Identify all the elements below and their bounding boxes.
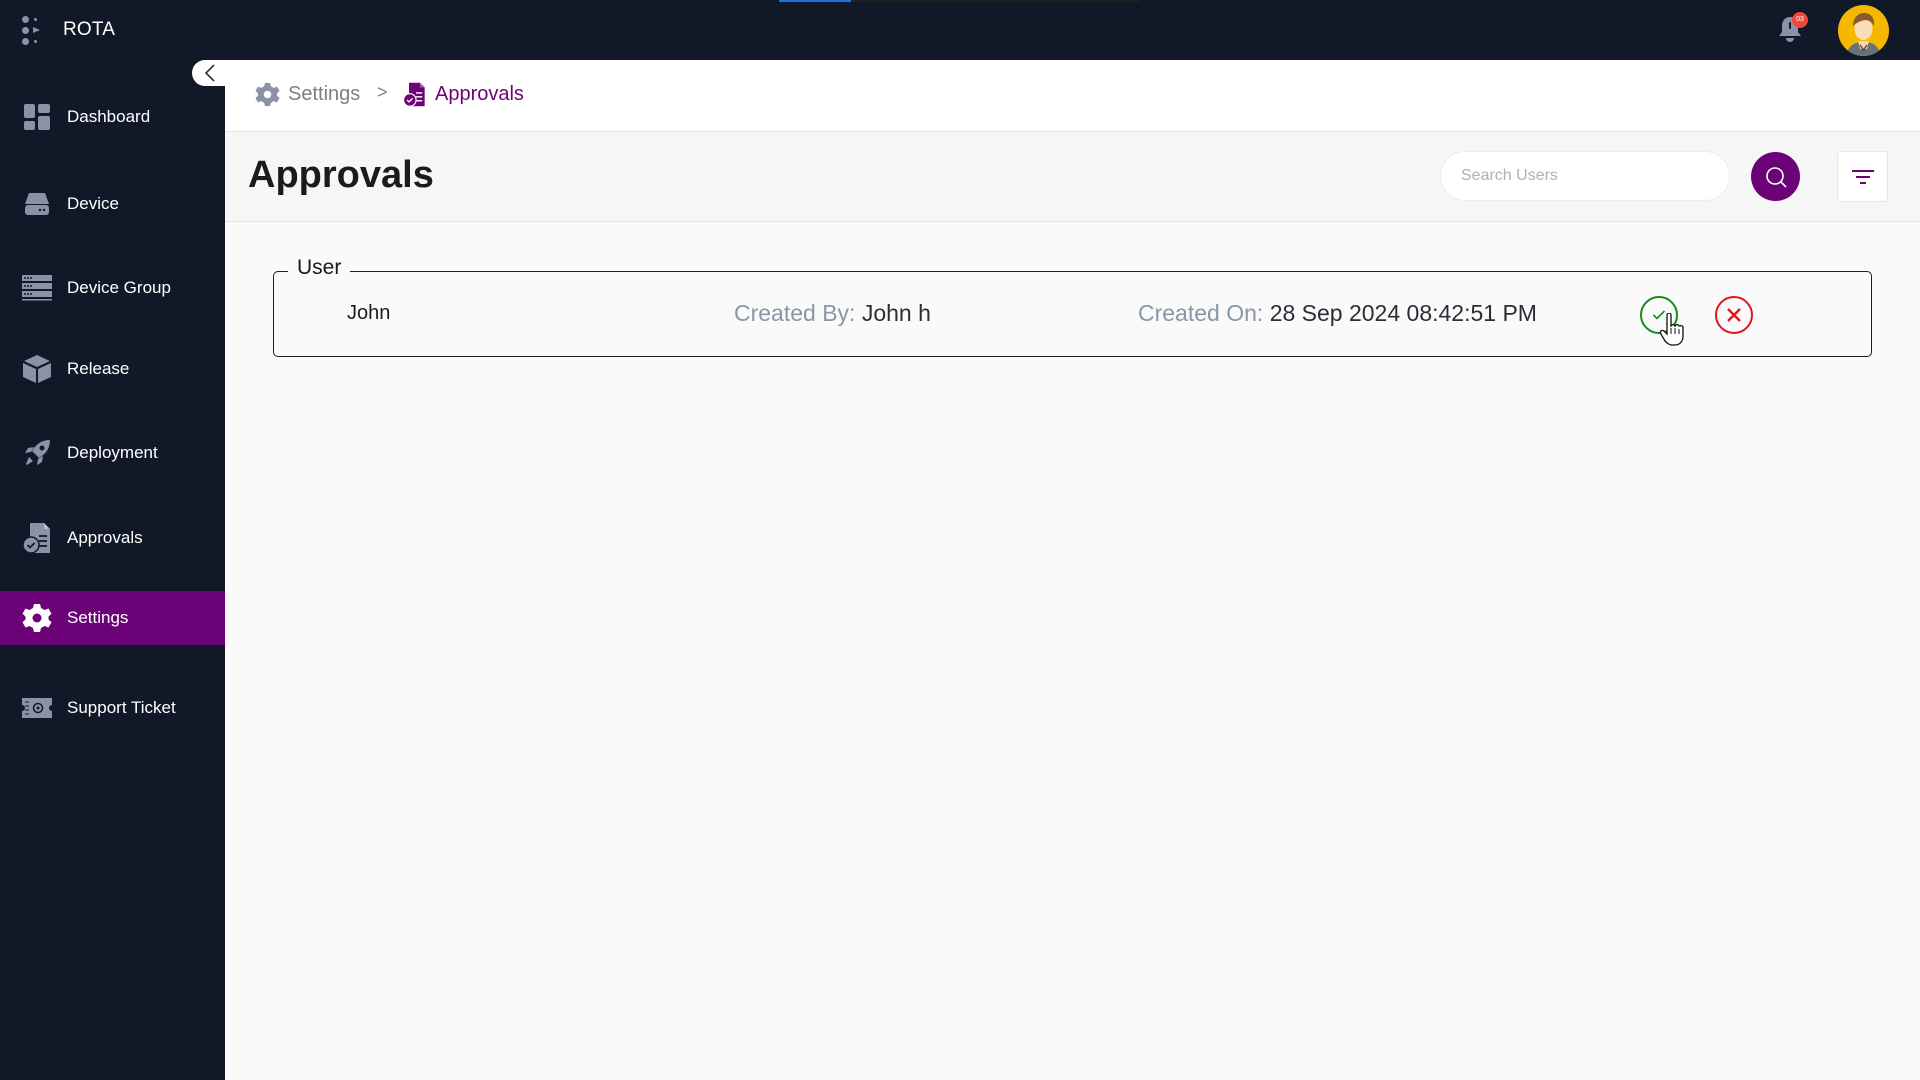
filter-icon xyxy=(1851,169,1874,184)
close-icon xyxy=(1727,308,1741,322)
sidebar-item-approvals[interactable]: Approvals xyxy=(0,511,225,565)
sidebar-item-label: Deployment xyxy=(67,443,158,462)
cube-icon xyxy=(22,354,52,384)
hard-drive-icon xyxy=(22,189,52,219)
search-field xyxy=(1440,151,1730,201)
breadcrumb-item-approvals: Approvals xyxy=(402,82,524,107)
created-on: Created On: 28 Sep 2024 08:42:51 PM xyxy=(1138,300,1537,327)
user-avatar[interactable] xyxy=(1838,5,1889,56)
gear-icon xyxy=(22,603,52,633)
search-input[interactable] xyxy=(1461,152,1681,200)
user-avatar-icon xyxy=(1846,13,1881,56)
chevron-left-icon xyxy=(204,64,215,82)
created-by: Created By: John h xyxy=(734,300,931,327)
reject-button[interactable] xyxy=(1715,296,1753,334)
document-check-icon xyxy=(402,82,425,107)
app-logo[interactable]: ROTA xyxy=(22,14,115,46)
breadcrumb: Settings > Approvals xyxy=(225,60,1920,132)
approval-group-label: User xyxy=(288,256,351,280)
created-on-value: 28 Sep 2024 08:42:51 PM xyxy=(1269,300,1537,326)
ticket-icon xyxy=(22,693,52,723)
sidebar-item-label: Device Group xyxy=(67,278,171,297)
approve-button[interactable] xyxy=(1640,296,1678,334)
breadcrumb-label: Approvals xyxy=(435,83,524,105)
breadcrumb-separator: > xyxy=(377,82,388,102)
created-by-value: John h xyxy=(861,300,931,326)
rocket-icon xyxy=(22,438,52,468)
created-on-label: Created On: xyxy=(1138,300,1264,326)
sidebar-item-label: Approvals xyxy=(67,528,143,547)
approval-card: User John Created By: John h Created On:… xyxy=(273,256,1872,357)
sidebar-item-settings[interactable]: Settings xyxy=(0,591,225,645)
loading-progress-fill xyxy=(779,0,852,2)
sidebar-item-label: Release xyxy=(67,359,130,378)
sidebar-item-support-ticket[interactable]: Support Ticket xyxy=(0,681,225,735)
sidebar-item-label: Settings xyxy=(67,608,129,627)
sidebar-item-device[interactable]: Device xyxy=(0,177,225,231)
approval-user-name: John xyxy=(347,302,391,324)
created-by-label: Created By: xyxy=(734,300,856,326)
sidebar-item-label: Dashboard xyxy=(67,107,151,126)
page-title: Approvals xyxy=(248,154,434,196)
check-icon xyxy=(1652,310,1666,320)
logo-icon xyxy=(22,14,44,46)
sidebar-item-dashboard[interactable]: Dashboard xyxy=(0,90,225,144)
dashboard-icon xyxy=(22,102,52,132)
sidebar-item-deployment[interactable]: Deployment xyxy=(0,426,225,480)
document-check-icon xyxy=(22,523,52,554)
server-rack-icon xyxy=(22,273,52,303)
search-button[interactable] xyxy=(1751,152,1800,201)
breadcrumb-item-settings[interactable]: Settings xyxy=(255,82,360,107)
sidebar-item-release[interactable]: Release xyxy=(0,342,225,396)
breadcrumb-label: Settings xyxy=(288,83,361,105)
loading-progress-bar xyxy=(779,0,1140,2)
app-title: ROTA xyxy=(63,19,116,40)
search-icon xyxy=(1765,166,1787,188)
notification-count-badge: 03 xyxy=(1792,12,1808,28)
page-header: Approvals xyxy=(225,132,1920,222)
filter-button[interactable] xyxy=(1837,151,1888,202)
sidebar-item-label: Device xyxy=(67,194,119,213)
gear-icon xyxy=(255,82,280,107)
sidebar-item-label: Support Ticket xyxy=(67,698,176,717)
sidebar-item-device-group[interactable]: Device Group xyxy=(0,261,225,315)
top-bar: ROTA 03 xyxy=(0,0,1920,60)
